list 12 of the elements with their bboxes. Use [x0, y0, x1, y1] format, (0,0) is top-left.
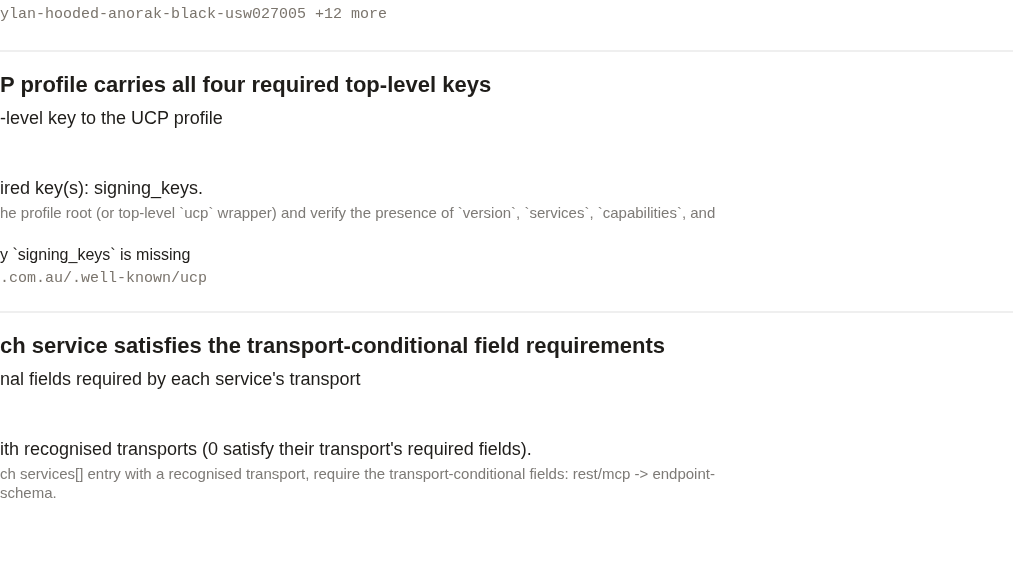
source-url: .com.au/.well-known/ucp	[0, 270, 209, 287]
check-subtitle: nal fields required by each service's transport	[0, 369, 362, 390]
check-description: schema.	[0, 483, 58, 502]
check-title: P profile carries all four required top-level keys	[0, 72, 493, 98]
check-subtitle: -level key to the UCP profile	[0, 108, 224, 129]
result-message: ired key(s): signing_keys.	[0, 177, 205, 199]
check-title: ch service satisfies the transport-conditional field requirements	[0, 333, 667, 359]
product-list-text: ylan-hooded-anorak-black-usw027005 +12 more	[0, 5, 389, 25]
check-description: ch services[] entry with a recognised transport, require the transport-conditional fields: rest/mcp -> endpoint-	[0, 464, 716, 483]
result-message: ith recognised transports (0 satisfy their transport's required fields).	[0, 438, 533, 460]
evidence-text: y `signing_keys` is missing	[0, 246, 192, 264]
check-description: he profile root (or top-level `ucp` wrapper) and verify the presence of `version`, `services`, `capabilities`, and	[0, 203, 717, 222]
